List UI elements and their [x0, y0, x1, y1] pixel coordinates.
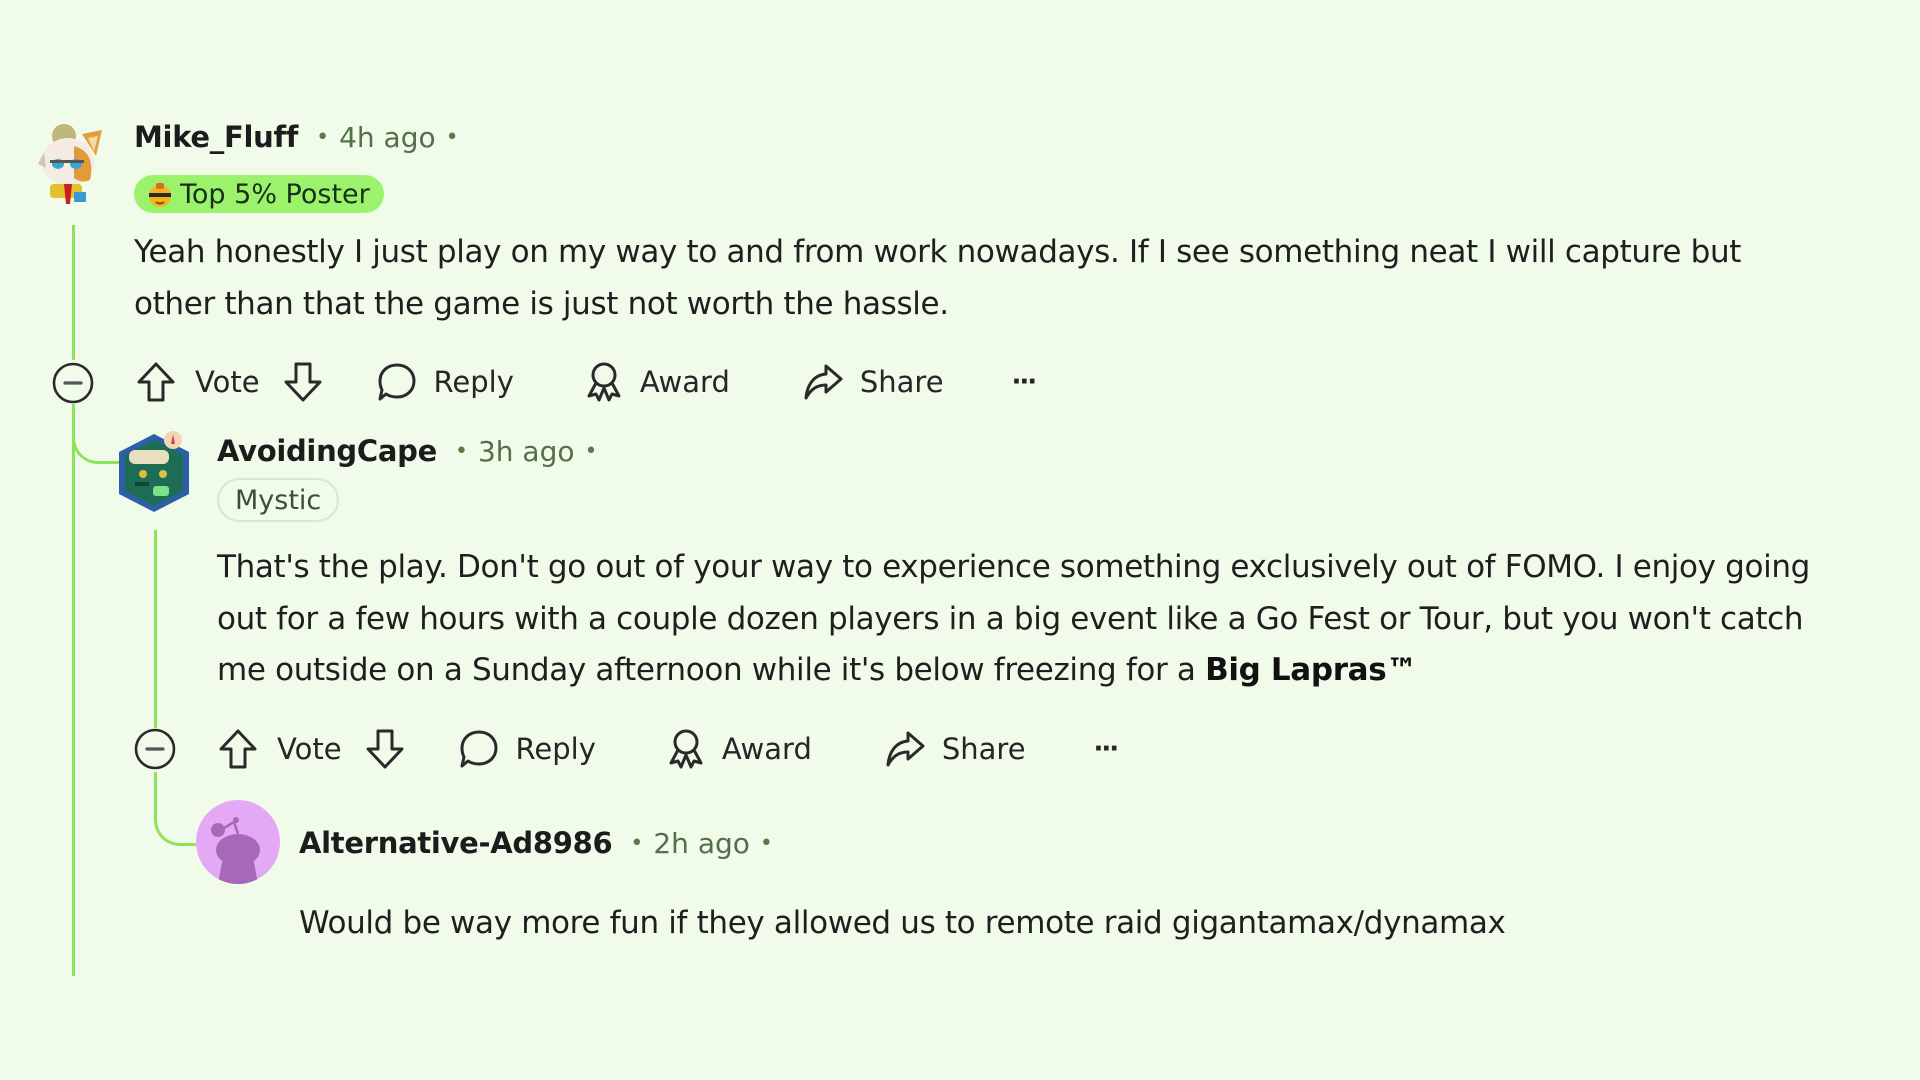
username[interactable]: Alternative-Ad8986: [299, 826, 613, 860]
reply-label: Reply: [433, 365, 514, 399]
more-options-button[interactable]: ···: [1012, 367, 1038, 397]
thread-line-main[interactable]: [72, 404, 75, 976]
separator-dot: •: [584, 438, 598, 464]
share-button[interactable]: Share: [802, 360, 944, 404]
comment-meta: AvoidingCape • 3h ago •: [217, 431, 607, 471]
award-label: Award: [639, 365, 730, 399]
upvote-icon[interactable]: [135, 360, 177, 404]
downvote-icon[interactable]: [364, 727, 406, 771]
default-snoo-avatar-icon: [211, 817, 260, 884]
avatar[interactable]: [115, 428, 193, 516]
user-flair: Mystic: [217, 478, 340, 522]
thread-branch-curve: [72, 404, 119, 464]
upvote-icon[interactable]: [217, 727, 259, 771]
award-icon: [669, 729, 703, 769]
thread-line-main[interactable]: [72, 225, 75, 360]
share-label: Share: [859, 365, 944, 399]
thread-line-reply[interactable]: [154, 530, 157, 728]
username[interactable]: AvoidingCape: [217, 434, 437, 468]
award-icon: [587, 362, 621, 402]
downvote-icon[interactable]: [282, 360, 324, 404]
comment-actions: Vote Reply Award Share ···: [135, 360, 1038, 404]
separator-dot: •: [630, 830, 644, 856]
timestamp[interactable]: 2h ago: [653, 827, 750, 860]
comment-body-line: me outside on a Sunday afternoon while i…: [217, 645, 1917, 697]
reply-label: Reply: [515, 732, 596, 766]
comment-body: That's the play. Don't go out of your wa…: [217, 542, 1917, 697]
comment-bubble-icon: [378, 363, 416, 401]
flair-label: Top 5% Poster: [180, 178, 370, 210]
comment-actions: Vote Reply Award Share ···: [217, 727, 1120, 771]
more-options-button[interactable]: ···: [1094, 734, 1120, 764]
cat-avatar-icon: [38, 124, 102, 204]
sunglasses-emoji-icon: [149, 183, 171, 207]
vote-label: Vote: [195, 365, 260, 399]
collapse-thread-button[interactable]: [51, 361, 95, 405]
separator-dot: •: [445, 124, 459, 150]
avatar[interactable]: [30, 122, 110, 206]
award-label: Award: [721, 732, 812, 766]
separator-dot: •: [316, 124, 330, 150]
timestamp[interactable]: 4h ago: [339, 121, 436, 154]
share-icon: [804, 364, 843, 400]
comment-body: Would be way more fun if they allowed us…: [299, 898, 1899, 950]
thread-branch-curve: [154, 772, 201, 846]
comment-body-line: out for a few hours with a couple dozen …: [217, 600, 1804, 637]
username[interactable]: Mike_Fluff: [134, 120, 298, 154]
user-flair: Top 5% Poster: [134, 175, 384, 213]
collapse-thread-button[interactable]: [133, 727, 177, 771]
bold-text: Big Lapras™: [1205, 652, 1417, 688]
comment-body-line: Yeah honestly I just play on my way to a…: [134, 234, 1742, 270]
award-button[interactable]: Award: [666, 727, 812, 771]
share-icon: [886, 731, 925, 767]
avatar[interactable]: [196, 800, 280, 884]
award-button[interactable]: Award: [584, 360, 730, 404]
separator-dot: •: [454, 438, 468, 464]
reply-button[interactable]: Reply: [458, 727, 596, 771]
comment-body: Yeah honestly I just play on my way to a…: [134, 227, 1894, 330]
share-button[interactable]: Share: [884, 727, 1026, 771]
timestamp[interactable]: 3h ago: [478, 435, 575, 468]
hexagon-avatar-icon: [119, 431, 189, 512]
comment-body-text: me outside on a Sunday afternoon while i…: [217, 652, 1206, 688]
separator-dot: •: [759, 830, 773, 856]
comment-body-line: other than that the game is just not wor…: [134, 285, 949, 322]
comment-meta: Mike_Fluff • 4h ago •: [134, 117, 469, 157]
comment-meta: Alternative-Ad8986 • 2h ago •: [299, 823, 783, 863]
vote-label: Vote: [277, 732, 342, 766]
comment-bubble-icon: [460, 730, 498, 768]
comment-body-line: Would be way more fun if they allowed us…: [299, 905, 1506, 941]
flair-label: Mystic: [235, 484, 322, 516]
share-label: Share: [941, 732, 1026, 766]
reply-button[interactable]: Reply: [376, 360, 514, 404]
comment-body-line: That's the play. Don't go out of your wa…: [217, 549, 1811, 585]
